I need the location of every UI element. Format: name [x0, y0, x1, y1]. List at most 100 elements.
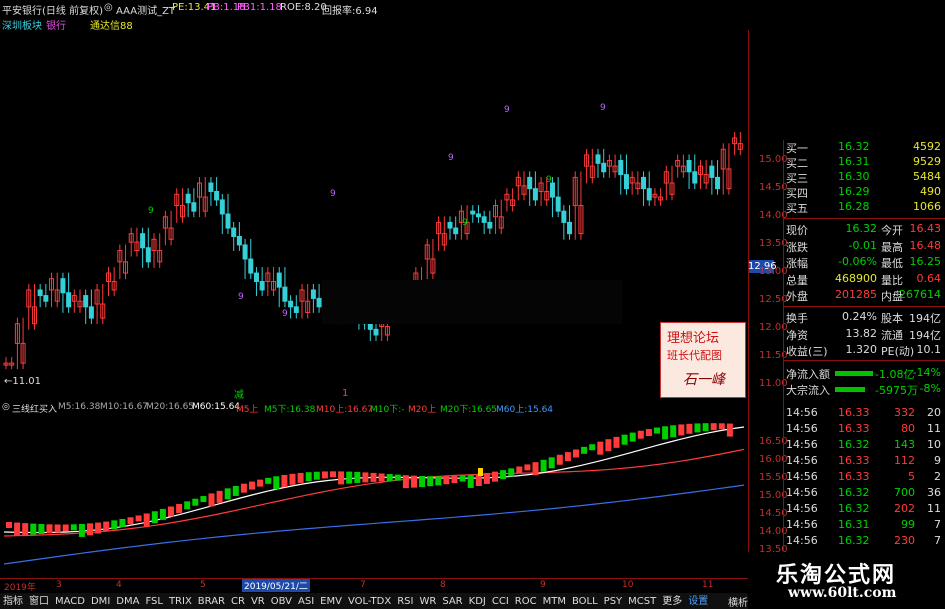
tick-count: 10	[927, 438, 941, 451]
site-url: www.60lt.com	[788, 585, 897, 601]
order-book-row[interactable]: 买一 16.32 4592	[783, 140, 945, 155]
low-price-label: ←11.01	[4, 376, 42, 387]
time-label: 2019年	[4, 583, 36, 593]
quote-label: 最低	[881, 257, 903, 270]
signal-block	[354, 471, 361, 483]
tick-row: 14:56 16.33 80 11	[783, 422, 945, 438]
signal-marker: 9	[600, 103, 606, 113]
quote-value: 16.25	[909, 255, 942, 268]
tick-volume: 700	[894, 486, 915, 499]
toolbar-item[interactable]: VR	[248, 594, 268, 609]
flow-pct: -8%	[919, 382, 941, 395]
candle-body	[43, 295, 49, 302]
toolbar-item[interactable]: BRAR	[195, 594, 228, 609]
tick-price: 16.32	[838, 486, 870, 499]
tick-count: 2	[934, 470, 941, 483]
ratio-value: 回报率:6.94	[322, 6, 378, 17]
order-book-row[interactable]: 买三 16.30 5484	[783, 170, 945, 185]
stock-title[interactable]: 平安银行(日线 前复权)	[2, 2, 103, 17]
toolbar-item[interactable]: PSY	[601, 594, 626, 609]
signal-block	[370, 472, 377, 482]
signal-marker: 9	[148, 206, 154, 216]
signal-block	[54, 524, 61, 533]
quote-value: -0.06%	[838, 255, 877, 268]
indicator-name[interactable]: AAA测试_ZT	[116, 2, 175, 17]
order-book-row[interactable]: 买五 16.28 1066	[783, 200, 945, 215]
price-candlestick-chart[interactable]: 9 9 9 9 9 9 9 9 9	[0, 30, 748, 398]
toolbar-item[interactable]: SAR	[439, 594, 465, 609]
toolbar-item[interactable]: OBV	[268, 594, 295, 609]
signal-block	[621, 434, 628, 445]
order-label: 买五	[786, 202, 808, 215]
flow-bar	[835, 387, 865, 392]
toolbar-item[interactable]: ASI	[295, 594, 317, 609]
candle-body	[276, 272, 282, 288]
signal-block	[694, 423, 701, 433]
candle-body	[373, 328, 379, 336]
toolbar-item[interactable]: MACD	[52, 594, 88, 609]
toolbar-item[interactable]: FSL	[142, 594, 166, 609]
toolbar-item[interactable]: CCI	[489, 594, 512, 609]
signal-block	[613, 436, 620, 448]
candle-body	[618, 160, 624, 176]
toolbar-item[interactable]: VOL-TDX	[345, 594, 394, 609]
toolbar-item[interactable]: 窗口	[26, 594, 52, 609]
signal-block	[662, 426, 669, 440]
signal-block	[524, 464, 531, 471]
candle-body	[225, 213, 231, 229]
toolbar-right-label[interactable]: 横析	[728, 594, 748, 609]
toolbar-item[interactable]: 设置	[685, 594, 711, 609]
toolbar-item[interactable]: MTM	[540, 594, 569, 609]
candle-body	[549, 182, 555, 198]
candle-body	[37, 289, 43, 297]
candle-body	[282, 286, 288, 302]
fund-flow-row: 大宗流入 -5975万 -8%	[783, 382, 945, 397]
toolbar-item[interactable]: KDJ	[466, 594, 489, 609]
signal-block	[338, 471, 345, 485]
signal-block	[710, 423, 717, 431]
forum-stamp: 理想论坛 班长代配图 石一峰	[660, 322, 746, 398]
tick-price: 16.33	[838, 422, 870, 435]
settings-icon[interactable]: ◎	[2, 402, 10, 412]
signal-block	[419, 475, 426, 487]
toolbar-item[interactable]: 指标	[0, 594, 26, 609]
toolbar-item[interactable]: ROC	[512, 594, 540, 609]
candle-body	[692, 171, 698, 184]
toolbar-item[interactable]: WR	[416, 594, 439, 609]
m5-value: M5:16.38	[58, 402, 101, 412]
quote-value: 16.32	[845, 222, 878, 235]
m60-value: M60:15.64	[192, 402, 241, 412]
candle-body	[208, 182, 214, 192]
candle-body	[145, 247, 151, 263]
m10-value: M10:16.67	[100, 402, 149, 412]
order-book-row[interactable]: 买四 16.29 490	[783, 185, 945, 200]
signal-block	[14, 522, 21, 536]
toolbar-item[interactable]: BOLL	[569, 594, 601, 609]
toolbar-item[interactable]: EMV	[317, 594, 345, 609]
quote-label: 量比	[881, 273, 903, 287]
candle-body	[623, 174, 629, 190]
signal-block	[143, 513, 150, 527]
candle-body	[231, 227, 237, 237]
toolbar-item[interactable]: DMA	[113, 594, 142, 609]
signal-block	[564, 452, 571, 462]
toolbar-item[interactable]: DMI	[88, 594, 113, 609]
fin-label: 收益(三)	[786, 345, 828, 358]
order-book-row[interactable]: 买二 16.31 9529	[783, 155, 945, 170]
toolbar-item[interactable]: MCST	[625, 594, 659, 609]
signal-block	[192, 498, 199, 506]
tick-row: 14:56 16.32 143 10	[783, 438, 945, 454]
toolbar-item[interactable]: CR	[228, 594, 248, 609]
three-line-buy-chart[interactable]	[0, 414, 748, 574]
signal-block	[362, 472, 369, 483]
order-price: 16.28	[838, 200, 870, 213]
tick-row: 14:56 16.32 700 36	[783, 486, 945, 502]
pb1-value: PB1:1.18	[237, 2, 282, 13]
tick-volume: 202	[894, 502, 915, 515]
signal-block	[95, 522, 102, 534]
candle-body	[367, 323, 373, 330]
toolbar-item[interactable]: TRIX	[166, 594, 195, 609]
toolbar-item[interactable]: RSI	[394, 594, 416, 609]
signal-block	[103, 521, 110, 532]
toolbar-item[interactable]: 更多	[659, 594, 685, 609]
